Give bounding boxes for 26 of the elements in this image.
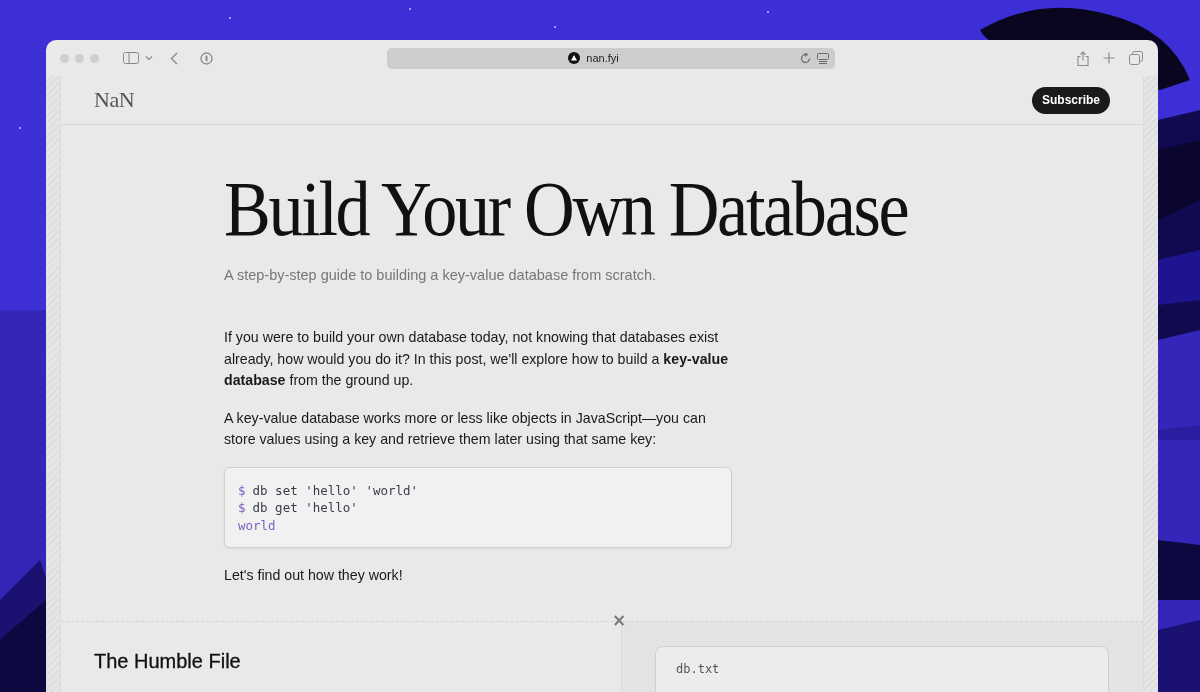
address-bar[interactable]: nan.fyi [387,47,835,69]
article-subtitle: A step-by-step guide to building a key-value database from scratch. [224,267,658,283]
file-name: db.txt [676,661,720,676]
back-icon[interactable] [170,51,178,65]
paragraph: Let's find out how they work! [224,566,404,585]
share-icon[interactable] [1077,50,1089,66]
sidebar-icon[interactable] [123,52,139,64]
section-heading: The Humble File [94,649,242,673]
chevron-down-icon[interactable] [145,55,153,61]
code-command: db get 'hello' [252,500,358,515]
close-button[interactable]: × [612,609,627,630]
code-command: db set 'hello' 'world' [252,482,419,498]
prompt-symbol: $ [238,482,246,498]
site-logo-icon [568,52,581,64]
reload-icon[interactable] [800,52,811,64]
url-text: nan.fyi [586,52,619,64]
paragraph: If you were to build your own database today, not knowing that databases exist already, how would you do it? In this post, we'll explore how to build a key-value database from the ground up. [224,328,730,390]
reader-icon[interactable] [817,52,829,64]
subscribe-button[interactable]: Subscribe [1031,86,1110,114]
tabs-overview-icon[interactable] [1129,51,1143,65]
paragraph: A key-value database works more or less like objects in JavaScript—you can store values using a key and retrieve them later using that same key: [224,408,707,449]
prompt-symbol: $ [238,500,246,515]
plus-icon[interactable] [1103,52,1115,64]
article-title: Build Your Own Database [224,167,909,251]
code-output: world [238,517,276,533]
site-logo[interactable]: NaN [94,87,135,113]
